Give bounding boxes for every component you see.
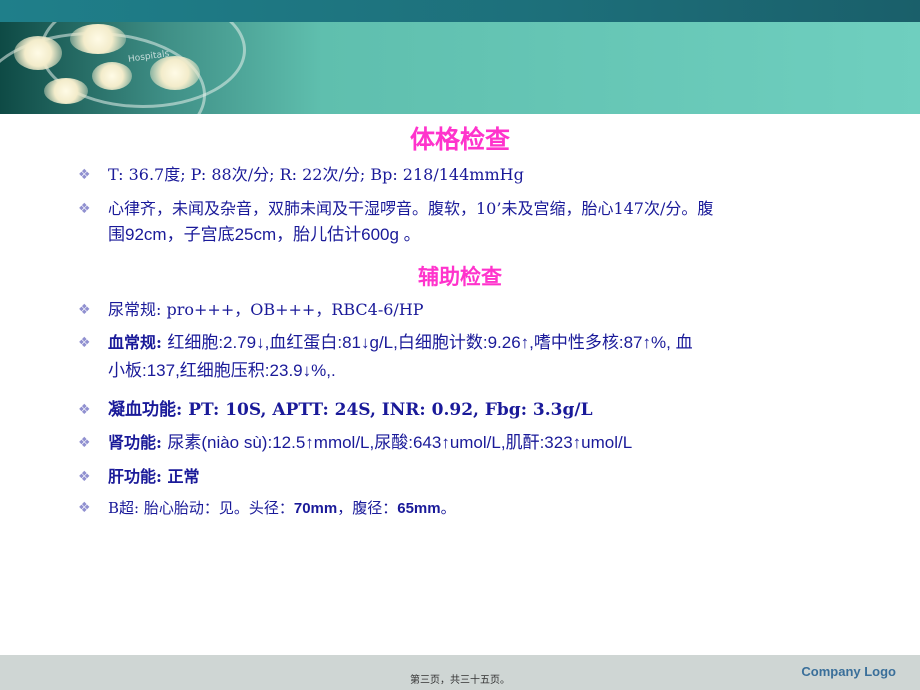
exam-text-line2: 围92cm，子宫底25cm，胎儿估计600g 。 — [108, 225, 421, 244]
footer-bar: 第三页，共三十五页。 Company Logo — [0, 655, 920, 690]
surgical-lamp — [70, 24, 126, 54]
diamond-bullet-icon: ❖ — [78, 335, 91, 351]
surgical-lamp — [44, 78, 88, 104]
vitals-text: T: 36.7度; P: 88次/分; R: 22次/分; Bp: 218/14… — [108, 165, 524, 184]
auxiliary-exam-heading: 辅助检查 — [418, 264, 502, 289]
blood-values-line1: 红细胞:2.79↓,血红蛋白:81↓g/L,白细胞计数:9.26↑,嗜中性多核:… — [167, 333, 693, 352]
renal-values: 尿素(niào sù):12.5↑mmol/L,尿酸:643↑umol/L,肌酐… — [167, 433, 633, 452]
company-logo: Company Logo — [801, 664, 896, 679]
ultrasound-abd-value: 65mm — [397, 500, 441, 517]
coag-text: 凝血功能: PT: 10S, APTT: 24S, INR: 0.92, Fbg… — [108, 400, 593, 420]
diamond-bullet-icon: ❖ — [78, 435, 91, 451]
blood-values-line2: 小板:137,红细胞压积:23.9↓%,. — [108, 361, 336, 380]
ultrasound-end: 。 — [440, 499, 456, 517]
surgical-lamp — [92, 62, 132, 90]
ultrasound-mid: ，腹径： — [337, 499, 398, 517]
physical-exam-heading: 体格检查 — [409, 125, 510, 154]
liver-text: 肝功能: 正常 — [108, 467, 200, 486]
diamond-bullet-icon: ❖ — [78, 201, 91, 217]
diamond-bullet-icon: ❖ — [78, 469, 91, 485]
top-bar — [0, 0, 920, 22]
diamond-bullet-icon: ❖ — [78, 302, 91, 318]
urine-text: 尿常规: pro+++，OB+++，RBC4-6/HP — [108, 300, 424, 319]
ultrasound-head-value: 70mm — [293, 500, 338, 517]
renal-label: 肾功能: — [108, 433, 162, 452]
header-banner-image: Hospitals — [0, 22, 920, 114]
surgical-lamp — [150, 56, 200, 90]
blood-label: 血常规: — [108, 333, 162, 352]
diamond-bullet-icon: ❖ — [78, 402, 91, 418]
diamond-bullet-icon: ❖ — [78, 167, 91, 183]
surgical-lamp — [14, 36, 62, 70]
ultrasound-label: B超: 胎心胎动：见。头径： — [108, 499, 294, 517]
diamond-bullet-icon: ❖ — [78, 500, 91, 516]
page-number: 第三页，共三十五页。 — [410, 675, 510, 686]
